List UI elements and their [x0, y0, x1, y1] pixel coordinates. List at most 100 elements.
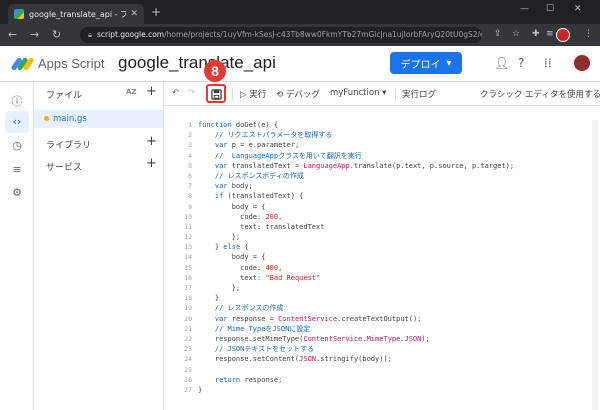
debug-button[interactable]: ⟲ デバッグ — [276, 88, 320, 100]
code-text: text: translatedText — [198, 222, 325, 231]
code-line[interactable]: 27} — [184, 385, 594, 395]
line-number: 22 — [184, 334, 192, 343]
run-button[interactable]: ▷ 実行 — [240, 88, 266, 100]
execution-log-button[interactable]: 実行ログ — [402, 88, 436, 100]
star-icon[interactable]: ☆ — [512, 29, 520, 39]
overview-icon[interactable]: ⓘ — [9, 94, 25, 110]
code-line[interactable]: 7 var body; — [188, 181, 594, 191]
code-line[interactable]: 13 } else { — [184, 242, 594, 252]
libraries-heading: ライブラリ — [46, 141, 92, 151]
code-text: // Mime TypeをJSONに設定 — [214, 324, 311, 333]
browser-menu-icon[interactable]: ⋮ — [584, 29, 593, 39]
redo-icon[interactable]: ↷ — [188, 88, 195, 98]
forward-icon[interactable]: → — [30, 28, 39, 41]
browser-tab-strip: google_translate_api - プロジェクト ✕ + — ☐ ✕ — [0, 0, 600, 24]
minimize-icon[interactable]: — — [520, 4, 529, 14]
reload-icon[interactable]: ↻ — [52, 28, 61, 41]
code-line[interactable]: 5 var translatedText = LanguageApp.trans… — [188, 161, 594, 171]
line-number: 9 — [188, 202, 192, 211]
line-number: 13 — [184, 243, 192, 252]
save-icon — [211, 89, 222, 100]
code-line[interactable]: 8 if (translatedText) { — [188, 191, 594, 201]
code-line[interactable]: 25 — [184, 365, 594, 375]
sort-files-button[interactable]: AZ — [126, 88, 137, 96]
code-line[interactable]: 21 // Mime TypeをJSONに設定 — [184, 324, 594, 334]
back-icon[interactable]: ← — [8, 28, 17, 41]
code-line[interactable]: 10 code: 200, — [184, 212, 594, 222]
line-number: 10 — [184, 212, 192, 221]
line-number: 8 — [188, 192, 192, 201]
deploy-button-label: デプロイ — [400, 59, 441, 71]
line-number: 5 — [188, 161, 192, 170]
code-line[interactable]: 17 }; — [184, 283, 594, 293]
address-bar[interactable]: 🔒︎ script.google.com/home/projects/1uyVfm… — [80, 27, 482, 43]
line-number: 27 — [184, 385, 192, 394]
code-line[interactable]: 19 // レスポンスの作成 — [184, 303, 594, 313]
add-library-button[interactable]: + — [146, 134, 157, 149]
code-line[interactable]: 6 // レスポンスボディの作成 — [188, 171, 594, 181]
save-project-button[interactable] — [206, 84, 226, 103]
extensions-icon[interactable]: ✚ — [532, 29, 540, 39]
code-line[interactable]: 3 var p = e.parameter; — [188, 140, 594, 150]
avatar[interactable] — [572, 53, 592, 73]
file-item-main-gs[interactable]: main.gs — [34, 110, 163, 128]
code-line[interactable]: 18 } — [184, 293, 594, 303]
code-line[interactable]: 20 var response = ContentService.createT… — [184, 314, 594, 324]
editor-toolbar: ↶ ↷ ▷ 実行 ⟲ デバッグ myFunction ▾ 実行ログ クラシック … — [164, 82, 600, 106]
services-heading: サービス — [46, 163, 83, 173]
maximize-icon[interactable]: ☐ — [546, 4, 554, 14]
add-file-button[interactable]: + — [146, 84, 157, 99]
project-name[interactable]: google_translate_api — [118, 53, 276, 73]
undo-icon[interactable]: ↶ — [172, 88, 179, 98]
file-name: main.gs — [53, 114, 87, 124]
code-text: // リクエストパラメータを取得する — [214, 131, 333, 140]
code-text: // レスポンスの作成 — [214, 304, 284, 313]
settings-gear-icon[interactable]: ⚙ — [9, 185, 25, 201]
code-line[interactable]: 9 body = { — [188, 202, 594, 212]
code-text: code: 200, — [198, 212, 283, 221]
code-text: var response = ContentService.createText… — [214, 314, 422, 323]
step-number-badge: 8 — [204, 60, 226, 82]
code-editor[interactable]: 1 function doGet(e) {2 // リクエストパラメータを取得する… — [164, 106, 600, 410]
code-line[interactable]: 1 function doGet(e) { — [188, 120, 594, 130]
executions-icon[interactable]: ≡ — [9, 162, 25, 178]
code-line[interactable]: 11 text: translatedText — [184, 222, 594, 232]
line-number: 1 — [188, 121, 192, 129]
code-text: response.setMimeType(ContentService.Mime… — [198, 334, 430, 343]
code-line[interactable]: 23 // JSONテキストをセットする — [184, 344, 594, 354]
window-close-icon[interactable]: ✕ — [574, 4, 582, 14]
files-panel: ファイル AZ + main.gs ライブラリ + サービス + — [34, 82, 164, 410]
browser-tab[interactable]: google_translate_api - プロジェクト ✕ — [8, 4, 144, 24]
line-number: 7 — [188, 182, 192, 191]
code-line[interactable]: 14 body = { — [184, 252, 594, 262]
code-text: // レスポンスボディの作成 — [214, 171, 304, 180]
apps-grid-icon[interactable]: ⁞⁞ — [544, 56, 552, 70]
media-icon[interactable]: ≡ — [546, 29, 554, 39]
code-line[interactable]: 4 // LanguageAppクラスを用いて翻訳を実行 — [188, 151, 594, 161]
code-text: // LanguageAppクラスを用いて翻訳を実行 — [214, 151, 362, 160]
app-name: Apps Script — [38, 56, 105, 71]
code-line[interactable]: 22 response.setMimeType(ContentService.M… — [184, 334, 594, 344]
browser-profile-icon[interactable] — [556, 28, 570, 42]
editor-scrollbar[interactable] — [592, 120, 598, 410]
close-tab-icon[interactable]: ✕ — [130, 9, 138, 19]
code-area[interactable]: 1 function doGet(e) {2 // リクエストパラメータを取得する… — [184, 120, 594, 395]
line-number: 11 — [184, 222, 192, 231]
new-tab-icon[interactable]: + — [151, 5, 161, 19]
add-service-button[interactable]: + — [146, 156, 157, 171]
help-icon[interactable]: ? — [518, 56, 524, 70]
share-icon[interactable]: ⇪ — [494, 29, 502, 39]
code-text: var translatedText = LanguageApp.transla… — [214, 161, 515, 170]
code-line[interactable]: 24 response.setContent(JSON.stringify(bo… — [184, 354, 594, 364]
code-line[interactable]: 2 // リクエストパラメータを取得する — [188, 130, 594, 140]
code-line[interactable]: 26 return response; — [184, 375, 594, 385]
code-line[interactable]: 12 }; — [184, 232, 594, 242]
triggers-icon[interactable]: ◷ — [9, 138, 25, 154]
deploy-button[interactable]: デプロイ ▾ — [390, 52, 462, 74]
function-select[interactable]: myFunction ▾ — [330, 88, 386, 98]
code-line[interactable]: 15 code: 400, — [184, 263, 594, 273]
add-user-icon[interactable]: 👤︎ — [494, 56, 509, 70]
code-line[interactable]: 16 text: "Bad Request" — [184, 273, 594, 283]
classic-editor-link[interactable]: クラシック エディタを使用する — [480, 88, 600, 100]
editor-icon[interactable]: ‹› — [5, 111, 29, 133]
